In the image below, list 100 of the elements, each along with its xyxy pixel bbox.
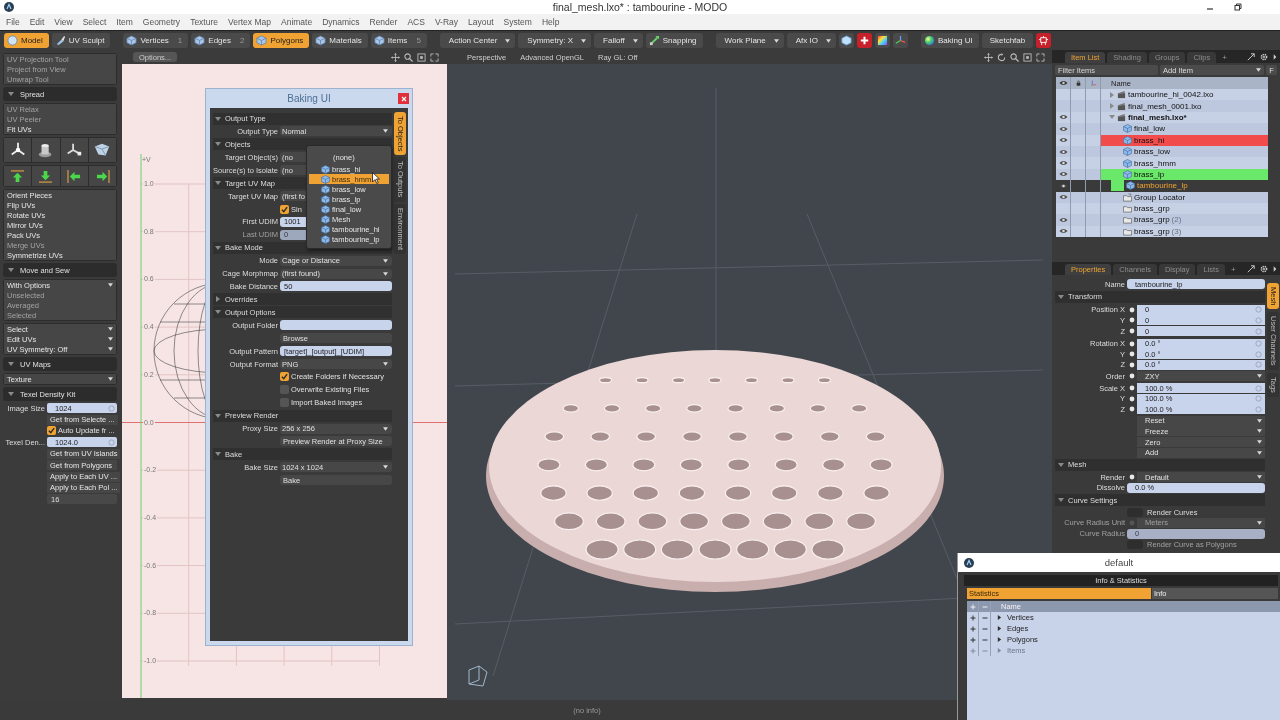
tool-icon-button[interactable] [88,166,116,186]
selection-mode-button[interactable]: Edges 2 [191,33,251,48]
item-row[interactable]: final_mesh_0001.lxo [1056,100,1268,112]
item-name[interactable]: tambourine_lp [1137,181,1188,191]
text-field[interactable] [280,320,392,331]
mode-tab[interactable]: Model [4,33,49,48]
dot-icon[interactable] [1129,328,1135,335]
eye-icon[interactable] [1058,137,1068,144]
toolbar-dropdown[interactable]: Work Plane [715,33,784,48]
item-name[interactable]: tambourine_hi_0042.lxo [1128,90,1214,100]
item-name[interactable]: brass_grp [1134,204,1170,214]
snapping-button[interactable]: Snapping [645,33,703,48]
menu-item[interactable]: Select [77,17,112,27]
checkbox[interactable] [280,398,289,408]
dot-icon[interactable] [1129,361,1135,368]
menu-item[interactable]: Help [536,17,565,27]
tool-icon-button[interactable] [32,138,60,162]
item-row[interactable]: tambourine_hi_0042.lxo [1056,89,1268,101]
menu-item[interactable]: Vertex Map [223,17,276,27]
menu-item[interactable]: File [1,17,25,27]
eye-icon[interactable] [1058,194,1068,201]
eye-icon[interactable] [1058,160,1068,167]
menu-item[interactable]: Geometry [137,17,186,27]
dot-icon[interactable] [1129,340,1135,347]
item-name[interactable]: Group Locator [1134,192,1186,202]
caret-right-icon[interactable] [1273,265,1277,273]
dot-icon[interactable] [1129,306,1135,313]
menu-item[interactable]: Edit [24,17,50,27]
tool-icon-button[interactable] [4,138,32,162]
eye-icon[interactable] [1058,125,1068,132]
restore-icon[interactable] [1234,3,1242,11]
item-name[interactable]: brass_grp [1134,226,1170,236]
plus-icon[interactable] [969,625,976,632]
eye-icon[interactable] [1058,148,1068,155]
frame-icon[interactable] [1023,52,1032,62]
item-name[interactable]: brass_hmm [1134,158,1176,168]
rotate-icon[interactable] [997,52,1006,62]
triangle-icon[interactable] [997,637,1002,642]
dot-icon[interactable] [1129,395,1135,402]
gear-icon[interactable] [1260,53,1268,61]
move-arrows-icon[interactable] [984,52,993,62]
eye-icon[interactable] [1058,228,1068,235]
tool-icon-button[interactable] [88,138,116,162]
triangle-icon[interactable] [997,626,1002,631]
dot-icon[interactable] [1129,373,1135,380]
menu-item[interactable]: View [49,17,78,27]
mode-tab[interactable]: UV Sculpt [51,33,111,48]
menu-item[interactable]: Layout [463,17,499,27]
gear-icon[interactable] [1260,265,1268,273]
selection-mode-button[interactable]: Vertices 1 [123,33,189,48]
menu-item[interactable]: Texture [185,17,223,27]
item-name[interactable]: final_mesh_0001.lxo [1128,101,1202,111]
expand-icon[interactable] [1247,53,1255,61]
toolbar-icon-button[interactable] [1036,33,1052,48]
item-row[interactable]: brass_grp (2) [1056,214,1268,226]
item-name[interactable]: brass_lp [1134,169,1165,179]
plus-icon[interactable] [969,614,976,621]
selection-mode-button[interactable]: Polygons [253,33,310,48]
dot-icon[interactable] [1129,351,1135,358]
search-icon[interactable] [404,52,413,62]
selection-mode-button[interactable]: Materials [312,33,368,48]
dot-icon[interactable] [1129,474,1135,481]
selection-mode-button[interactable]: Items 5 [370,33,427,48]
menu-item[interactable]: Render [364,17,403,27]
eye-icon[interactable] [1058,182,1068,189]
dot-icon[interactable] [1129,385,1135,392]
item-name[interactable]: brass_low [1134,147,1170,157]
checkbox[interactable] [280,385,289,395]
add-tab-button[interactable]: + [1218,52,1231,63]
item-name[interactable]: final_mesh.lxo* [1128,112,1187,122]
toolbar-dropdown[interactable]: Action Center [439,33,516,48]
add-tab-button[interactable]: + [1226,264,1240,275]
toggle-box[interactable] [1127,507,1143,517]
frame-icon[interactable] [417,52,426,62]
maximize-icon[interactable] [430,52,439,62]
search-icon[interactable] [1010,52,1019,62]
item-name[interactable]: brass_grp [1134,215,1170,225]
tool-icon-button[interactable] [4,166,32,186]
tool-icon-button[interactable] [60,166,88,186]
dot-icon[interactable] [1129,317,1135,324]
toolbar-icon-button[interactable] [856,33,872,48]
eye-icon[interactable] [1058,171,1068,178]
item-row[interactable]: brass_hmm [1056,157,1268,169]
checkbox[interactable] [47,426,56,436]
toolbar-icon-button[interactable] [874,33,890,48]
toolbar-dropdown[interactable]: Afx IO [786,33,836,48]
tool-icon-button[interactable] [60,138,88,162]
menu-item[interactable]: ACS [402,17,430,27]
item-row[interactable]: brass_hi [1056,134,1268,146]
triangle-icon[interactable] [997,615,1002,620]
plus-icon[interactable] [969,636,976,643]
caret-right-icon[interactable] [1273,53,1277,61]
dot-icon[interactable] [1129,406,1135,413]
checkbox[interactable] [280,204,289,214]
menu-item[interactable]: System [498,17,537,27]
item-row[interactable]: Group Locator [1056,191,1268,203]
menu-item[interactable]: Item [111,17,138,27]
menu-item[interactable]: V-Ray [429,17,464,27]
close-button[interactable] [398,93,409,104]
move-arrows-icon[interactable] [391,52,400,62]
